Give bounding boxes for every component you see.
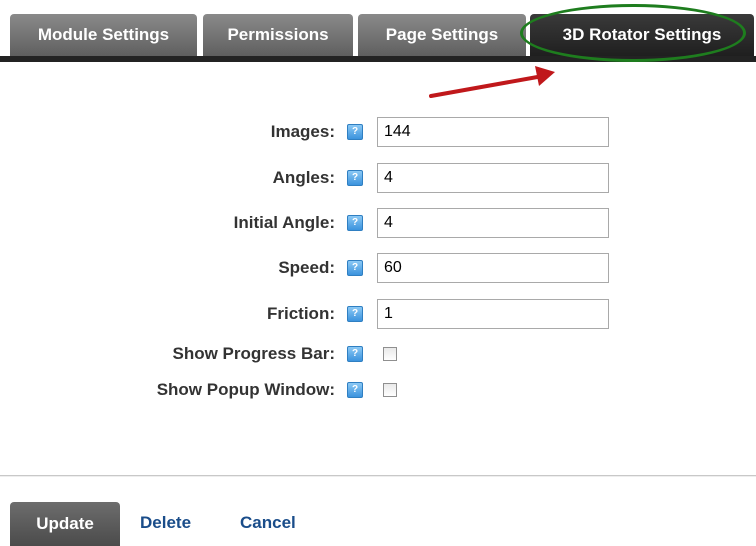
annotation-arrow-icon — [429, 66, 555, 98]
initial-angle-label: Initial Angle: — [233, 213, 335, 232]
friction-input[interactable] — [377, 299, 609, 329]
form-row-images: Images: ? — [0, 117, 756, 147]
cancel-link[interactable]: Cancel — [240, 513, 296, 533]
tab-bar: Module Settings Permissions Page Setting… — [0, 0, 756, 62]
speed-input[interactable] — [377, 253, 609, 283]
speed-label: Speed: — [278, 258, 335, 277]
form-row-speed: Speed: ? — [0, 253, 756, 283]
form-row-friction: Friction: ? — [0, 299, 756, 329]
tab-page-settings[interactable]: Page Settings — [358, 14, 526, 56]
tab-module-settings[interactable]: Module Settings — [10, 14, 197, 56]
images-label: Images: — [270, 122, 335, 141]
tab-permissions[interactable]: Permissions — [203, 14, 353, 56]
delete-link[interactable]: Delete — [140, 513, 191, 533]
initial-angle-input[interactable] — [377, 208, 609, 238]
tab-3d-rotator-settings[interactable]: 3D Rotator Settings — [530, 14, 754, 56]
show-popup-window-label: Show Popup Window: — [156, 380, 335, 399]
help-icon[interactable]: ? — [347, 260, 363, 276]
help-icon[interactable]: ? — [347, 306, 363, 322]
divider — [0, 475, 756, 477]
tab-underline — [0, 56, 756, 62]
show-progress-bar-label: Show Progress Bar: — [172, 344, 336, 363]
help-icon[interactable]: ? — [347, 124, 363, 140]
help-icon[interactable]: ? — [347, 382, 363, 398]
show-popup-window-checkbox[interactable] — [383, 383, 397, 397]
angles-label: Angles: — [272, 168, 335, 187]
angles-input[interactable] — [377, 163, 609, 193]
form-row-angles: Angles: ? — [0, 163, 756, 193]
friction-label: Friction: — [267, 304, 335, 323]
help-icon[interactable]: ? — [347, 215, 363, 231]
images-input[interactable] — [377, 117, 609, 147]
show-progress-bar-checkbox[interactable] — [383, 347, 397, 361]
help-icon[interactable]: ? — [347, 170, 363, 186]
form-row-show-popup-window: Show Popup Window: ? — [0, 375, 756, 405]
update-button[interactable]: Update — [10, 502, 120, 546]
form-row-initial-angle: Initial Angle: ? — [0, 208, 756, 238]
help-icon[interactable]: ? — [347, 346, 363, 362]
form-row-show-progress-bar: Show Progress Bar: ? — [0, 339, 756, 369]
